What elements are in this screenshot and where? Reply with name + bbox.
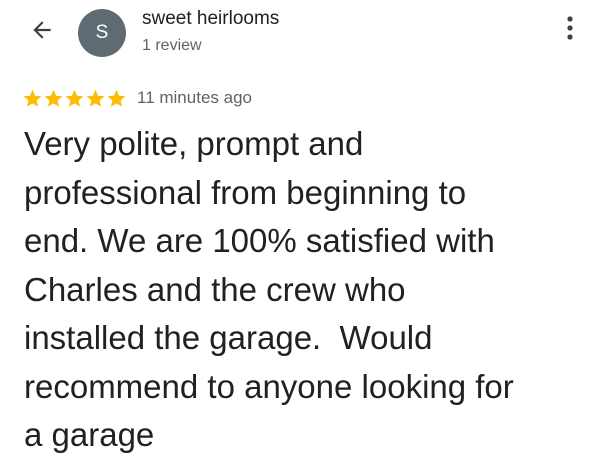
arrow-left-icon	[29, 17, 55, 48]
avatar[interactable]: S	[78, 9, 126, 57]
star-rating	[22, 88, 127, 109]
review-text: Very polite, prompt and professional fro…	[24, 125, 514, 453]
back-button[interactable]	[26, 16, 58, 48]
star-icon	[86, 89, 105, 107]
review-timestamp: 11 minutes ago	[137, 88, 252, 107]
rating-row: 11 minutes ago	[22, 86, 252, 110]
reviewer-name[interactable]: sweet heirlooms	[142, 8, 279, 30]
review-count: 1 review	[142, 37, 202, 54]
star-icon	[65, 89, 84, 107]
star-icon	[107, 89, 126, 107]
more-options-button[interactable]	[556, 14, 584, 46]
star-icon	[23, 89, 42, 107]
avatar-initial: S	[95, 22, 109, 43]
star-icon	[44, 89, 63, 107]
more-vertical-icon	[566, 15, 574, 46]
